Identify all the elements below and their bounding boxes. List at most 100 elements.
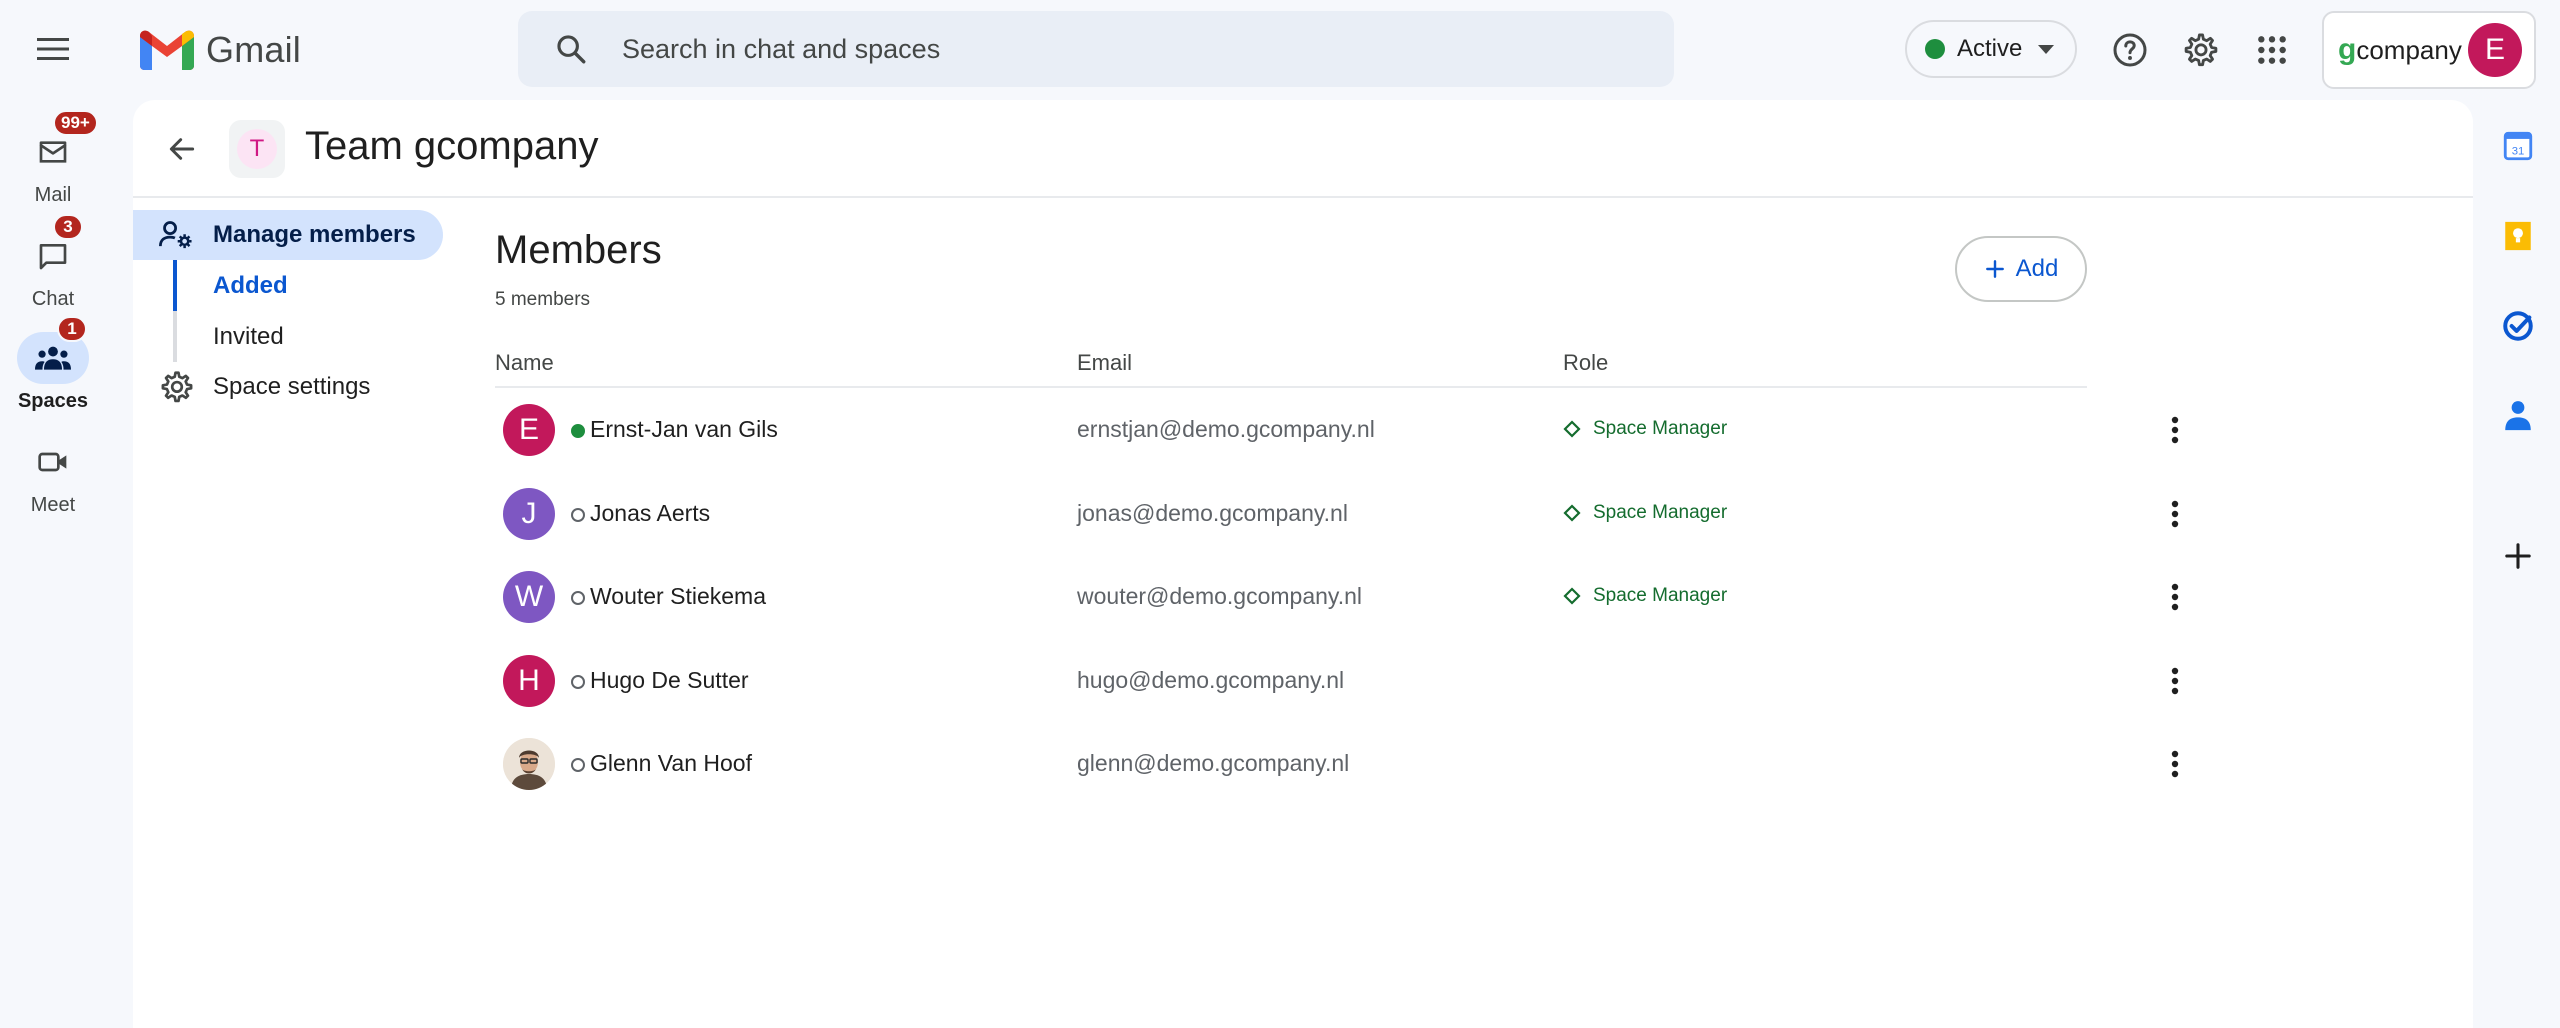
nav-manage-members-label: Manage members <box>213 221 416 248</box>
member-email: glenn@demo.gcompany.nl <box>1077 750 1350 776</box>
rail-label-meet: Meet <box>30 494 76 516</box>
nav-sub-list: Added Invited <box>173 260 443 362</box>
rail-meet[interactable]: Meet <box>0 436 106 517</box>
member-name: Wouter Stiekema <box>590 583 766 609</box>
app-name: Gmail <box>206 29 302 70</box>
table-row[interactable]: E Ernst-Jan van Gils ernstjan@demo.gcomp… <box>495 388 2179 472</box>
member-avatar: H <box>503 655 555 707</box>
manage-nav: Manage members Added Invited Space setti… <box>133 210 443 412</box>
nav-space-settings[interactable]: Space settings <box>133 362 443 412</box>
rail-spaces[interactable]: 1 Spaces <box>0 316 106 413</box>
member-name: Ernst-Jan van Gils <box>590 416 778 442</box>
rail-label-chat: Chat <box>31 288 75 310</box>
add-addon-icon[interactable] <box>2494 532 2542 580</box>
nav-invited[interactable]: Invited <box>177 311 443 362</box>
member-name: Glenn Van Hoof <box>590 750 752 776</box>
status-selector[interactable]: Active <box>1905 20 2077 78</box>
add-member-button[interactable]: Add <box>1955 236 2087 302</box>
spaces-badge: 1 <box>57 316 87 342</box>
presence-offline-indicator <box>571 508 585 522</box>
search-input[interactable] <box>608 33 1508 65</box>
member-photo-avatar <box>503 738 555 790</box>
calendar-day: 31 <box>2512 146 2525 158</box>
member-role-label: Space Manager <box>1593 585 1728 606</box>
nav-manage-members[interactable]: Manage members <box>133 210 443 260</box>
hamburger-icon <box>37 38 69 60</box>
members-count: 5 members <box>495 289 591 310</box>
more-vert-icon[interactable] <box>2151 406 2199 454</box>
spaces-icon <box>35 346 71 370</box>
rail-mail[interactable]: 99+ Mail <box>0 110 106 207</box>
keep-icon[interactable] <box>2494 212 2542 260</box>
account-avatar[interactable]: E <box>2468 23 2522 77</box>
account-switcher[interactable]: g company E <box>2322 11 2536 89</box>
more-vert-icon[interactable] <box>2151 573 2199 621</box>
member-role: Space Manager <box>1563 585 1727 607</box>
member-role-label: Space Manager <box>1593 502 1728 523</box>
more-vert-icon[interactable] <box>2151 740 2199 788</box>
tasks-icon[interactable] <box>2494 302 2542 350</box>
presence-offline-indicator <box>571 675 585 689</box>
chat-icon <box>39 244 67 270</box>
gmail-m-icon <box>140 30 194 70</box>
members-table-header: Name Email Role <box>495 342 2087 388</box>
table-row[interactable]: W Wouter Stiekema wouter@demo.gcompany.n… <box>495 555 2179 639</box>
table-row[interactable]: Glenn Van Hoof glenn@demo.gcompany.nl <box>495 722 2179 806</box>
apps-grid-icon[interactable] <box>2246 24 2298 76</box>
space-avatar: T <box>229 120 285 178</box>
chevron-down-icon <box>2038 44 2055 54</box>
arrow-back-icon <box>169 138 195 160</box>
member-role-label: Space Manager <box>1593 418 1728 439</box>
member-avatar: J <box>503 488 555 540</box>
search-icon[interactable] <box>518 32 608 66</box>
members-title: Members <box>495 228 662 272</box>
nav-space-settings-label: Space settings <box>213 373 371 400</box>
member-name: Jonas Aerts <box>590 500 711 526</box>
presence-offline-indicator <box>571 758 585 772</box>
person-photo-icon <box>503 738 555 790</box>
member-email: ernstjan@demo.gcompany.nl <box>1077 416 1375 442</box>
plus-icon <box>1985 260 2004 278</box>
member-avatar: W <box>503 571 555 623</box>
more-vert-icon[interactable] <box>2151 490 2199 538</box>
search-bar[interactable] <box>518 11 1674 87</box>
main-menu-button[interactable] <box>28 24 78 74</box>
diamond-icon <box>1563 420 1581 438</box>
rail-chat[interactable]: 3 Chat <box>0 214 106 311</box>
member-name: Hugo De Sutter <box>590 667 749 693</box>
diamond-icon <box>1563 587 1581 605</box>
space-manage-panel: T Team gcompany Manage members Added Inv… <box>133 100 2473 1028</box>
member-role: Space Manager <box>1563 502 1727 524</box>
nav-added[interactable]: Added <box>173 260 443 311</box>
video-icon <box>38 452 67 472</box>
space-title: Team gcompany <box>305 124 599 168</box>
contacts-icon[interactable] <box>2494 392 2542 440</box>
panel-header: T Team gcompany <box>133 100 2473 198</box>
presence-offline-indicator <box>571 591 585 605</box>
status-label: Active <box>1957 35 2023 62</box>
member-email: hugo@demo.gcompany.nl <box>1077 667 1345 693</box>
add-member-label: Add <box>2015 255 2059 282</box>
column-email: Email <box>1077 350 1133 375</box>
table-row[interactable]: J Jonas Aerts jonas@demo.gcompany.nl Spa… <box>495 472 2179 556</box>
column-name: Name <box>495 350 554 375</box>
presence-online-indicator <box>571 424 585 438</box>
rail-label-mail: Mail <box>34 184 72 206</box>
more-vert-icon[interactable] <box>2151 657 2199 705</box>
status-dot <box>1925 39 1945 59</box>
table-row[interactable]: H Hugo De Sutter hugo@demo.gcompany.nl <box>495 639 2179 723</box>
column-role: Role <box>1563 350 1609 375</box>
member-email: wouter@demo.gcompany.nl <box>1077 583 1363 609</box>
member-email: jonas@demo.gcompany.nl <box>1077 500 1348 526</box>
space-avatar-initial: T <box>237 129 277 169</box>
calendar-icon[interactable]: 31 <box>2494 122 2542 170</box>
member-role: Space Manager <box>1563 418 1727 440</box>
mail-icon <box>39 141 67 163</box>
member-avatar: E <box>503 404 555 456</box>
org-logo-g: g <box>2338 33 2357 66</box>
settings-gear-icon[interactable] <box>2175 24 2227 76</box>
chat-badge: 3 <box>53 214 83 240</box>
help-icon[interactable] <box>2104 24 2156 76</box>
gmail-logo[interactable]: Gmail <box>140 26 301 74</box>
back-button[interactable] <box>157 124 207 174</box>
